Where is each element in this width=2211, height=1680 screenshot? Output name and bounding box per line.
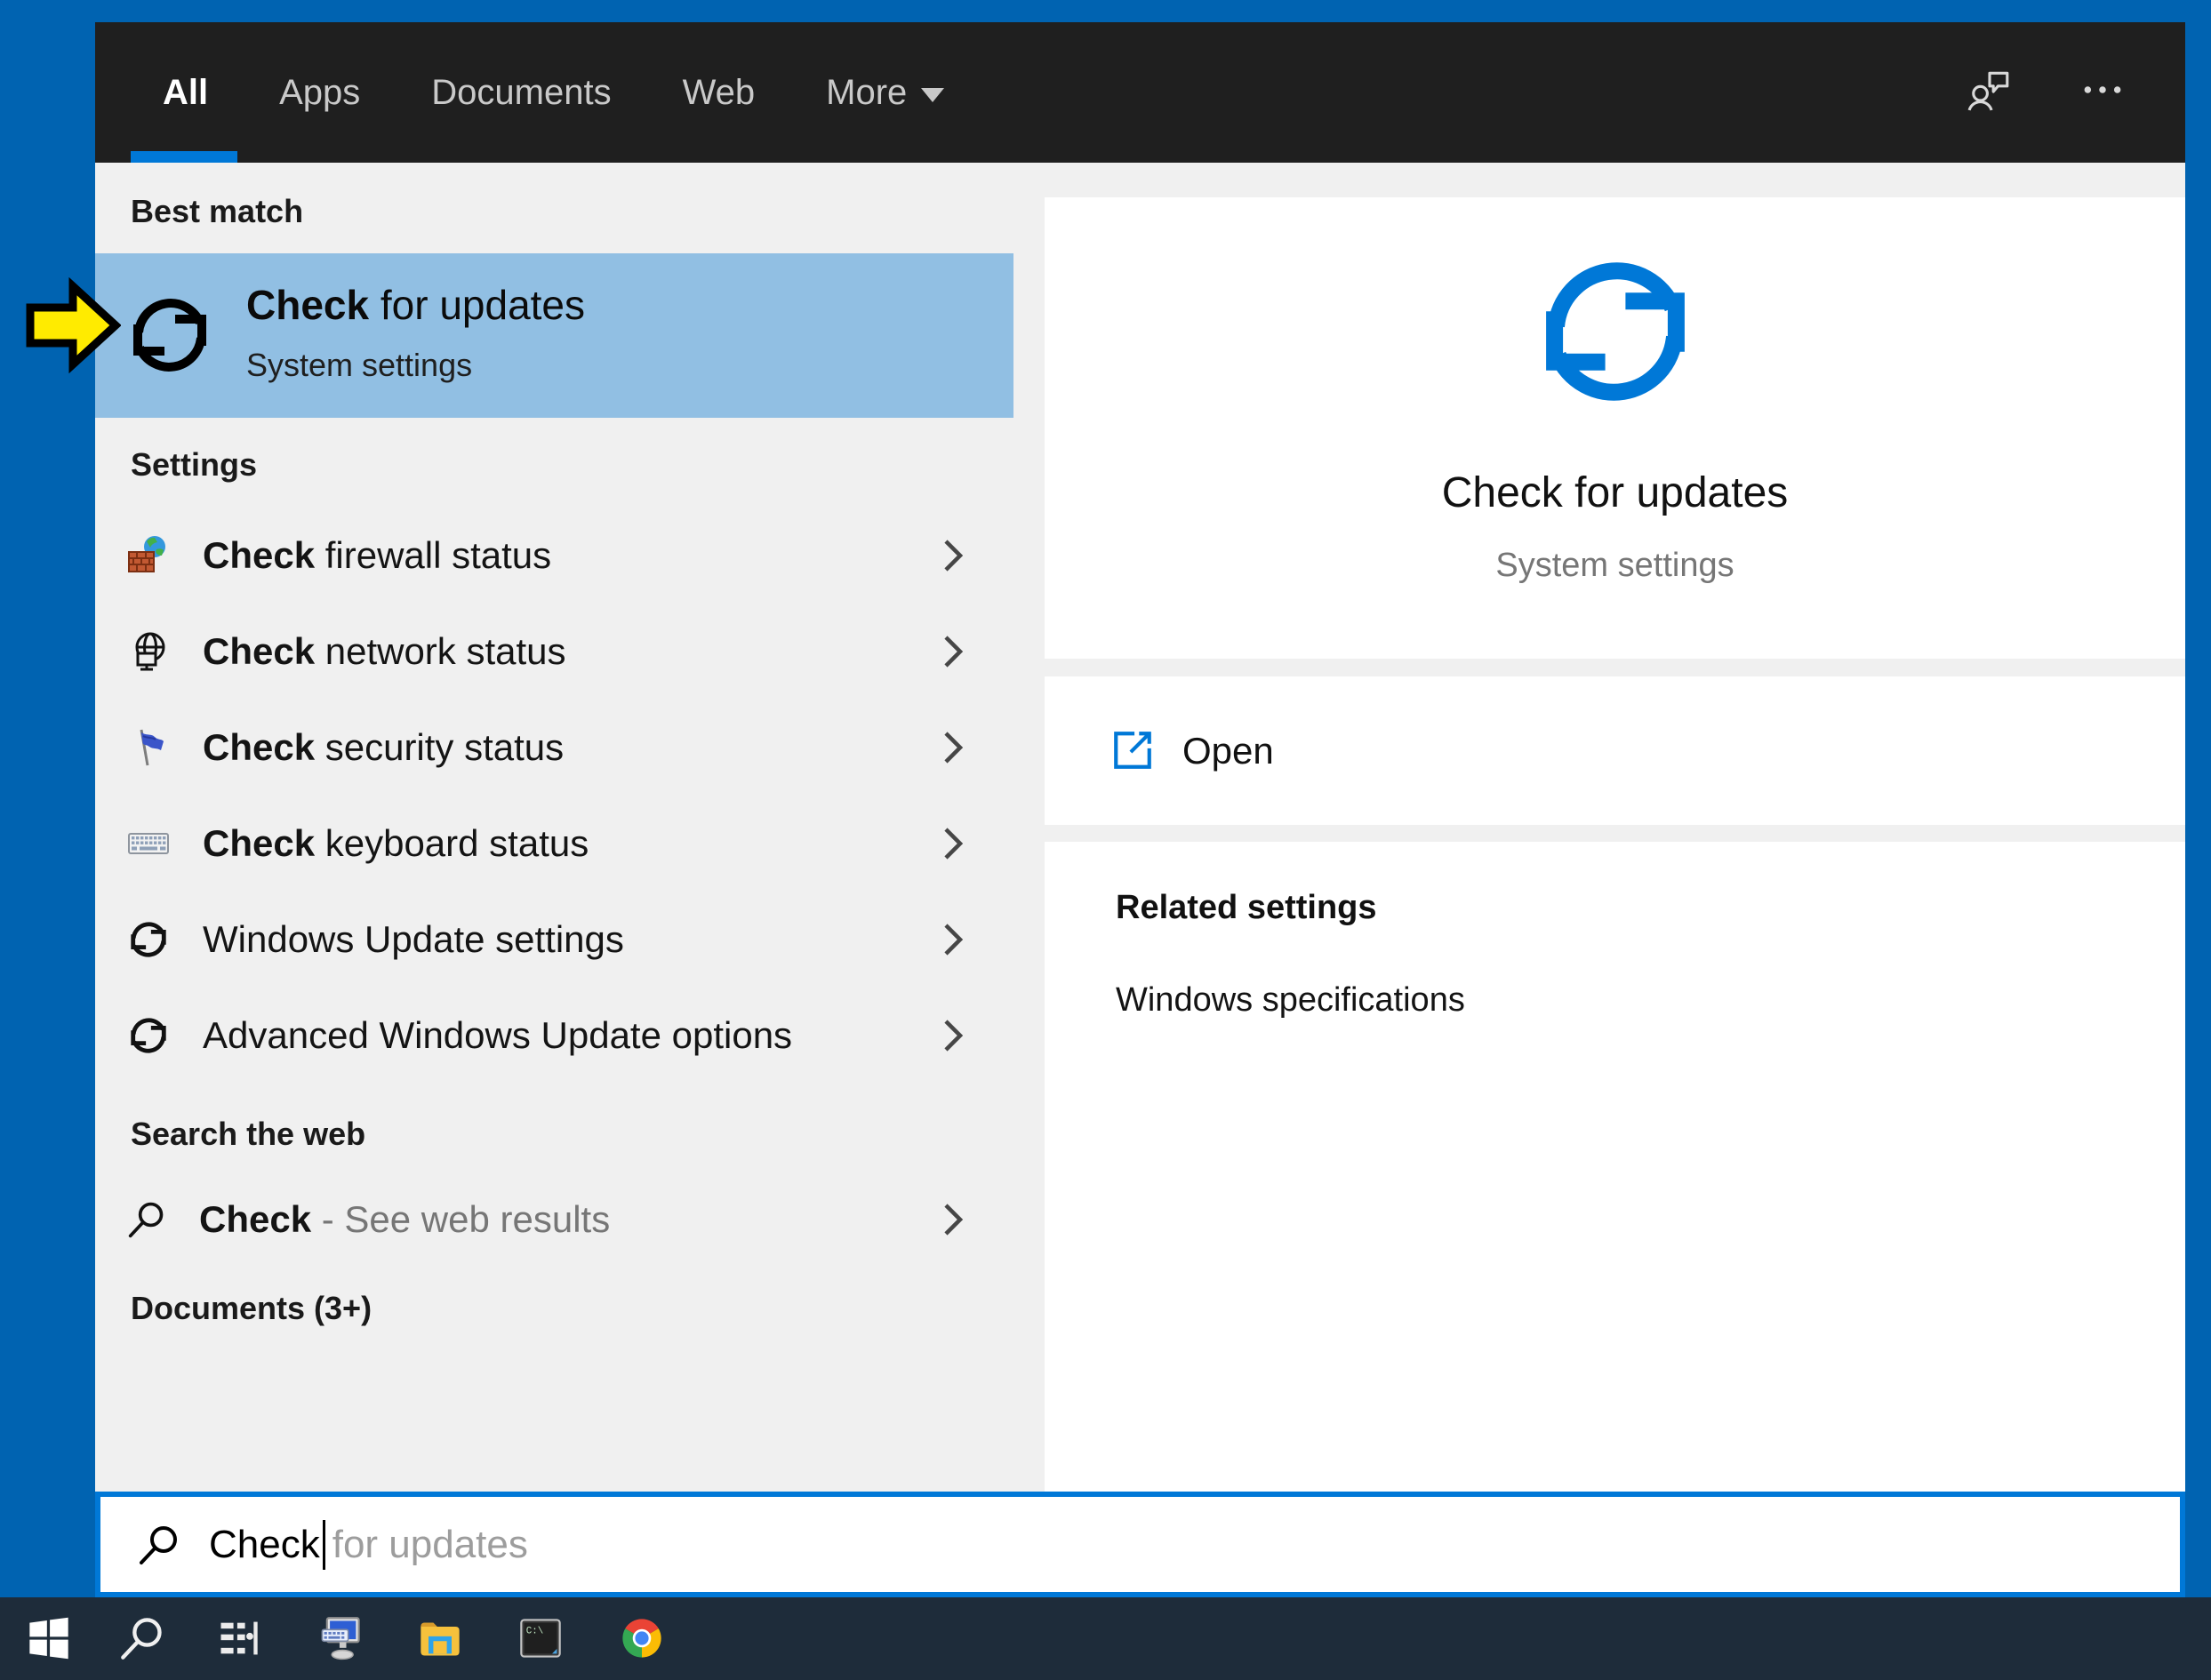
task-view-button[interactable] — [215, 1615, 261, 1661]
rest-text: Windows Update settings — [203, 918, 624, 960]
search-header: All Apps Documents Web More — [95, 22, 2185, 163]
tab-web[interactable]: Web — [683, 73, 756, 113]
query-text: Check — [246, 282, 370, 328]
settings-item-windows-update-settings[interactable]: Windows Update settings — [95, 892, 1013, 988]
search-web-heading: Search the web — [131, 1116, 366, 1152]
rest-text: Advanced Windows Update options — [203, 1014, 793, 1056]
settings-item-check-security-status[interactable]: Check security status — [95, 700, 1013, 796]
desktop: All Apps Documents Web More Best match C… — [0, 0, 2211, 1680]
windows-logo-icon — [29, 1617, 68, 1660]
rest-text: - See web results — [311, 1198, 611, 1240]
chevron-right-icon[interactable] — [942, 1018, 964, 1053]
highlight-arrow — [23, 276, 122, 374]
firewall-icon — [127, 534, 170, 577]
sync-icon — [1531, 247, 1700, 416]
command-prompt-icon[interactable]: C:\ — [517, 1615, 564, 1661]
rest-text: security status — [315, 726, 565, 768]
search-suggestion-text: for updates — [332, 1522, 528, 1566]
open-action-card[interactable]: Open — [1045, 676, 2185, 825]
open-action-label[interactable]: Open — [1182, 730, 1274, 772]
query-text: Check — [199, 1198, 312, 1240]
tab-more[interactable]: More — [826, 72, 945, 113]
tab-apps[interactable]: Apps — [279, 73, 360, 113]
web-search-label: Check - See web results — [199, 1198, 610, 1241]
chevron-right-icon[interactable] — [942, 730, 964, 765]
taskbar-search-button[interactable] — [119, 1615, 165, 1661]
open-external-icon — [1110, 728, 1155, 772]
settings-item-check-network-status[interactable]: Check network status — [95, 604, 1013, 700]
rest-text: firewall status — [315, 534, 552, 576]
settings-item-label: Check network status — [203, 630, 566, 673]
rest-text: for updates — [369, 282, 586, 328]
best-match-heading: Best match — [131, 193, 304, 229]
rest-text: network status — [315, 630, 566, 672]
security-flag-icon — [127, 726, 170, 769]
chrome-icon[interactable] — [619, 1615, 665, 1661]
related-settings-heading: Related settings — [1116, 889, 1377, 926]
search-tabs: All Apps Documents Web More — [95, 72, 945, 113]
settings-item-label: Check security status — [203, 726, 564, 769]
settings-item-label: Check keyboard status — [203, 822, 589, 865]
settings-section-heading: Settings — [131, 446, 258, 483]
query-text: Check — [203, 534, 316, 576]
query-text: Check — [203, 630, 316, 672]
query-text: Check — [203, 822, 316, 864]
settings-item-label: Windows Update settings — [203, 918, 624, 961]
related-settings-card: Related settings Windows specifications — [1045, 842, 2185, 1492]
tab-more-label: More — [826, 72, 908, 112]
chevron-down-icon — [921, 88, 945, 102]
preview-subtitle: System settings — [1495, 547, 1734, 584]
search-input[interactable]: Check for updates — [95, 1492, 2185, 1597]
chevron-right-icon[interactable] — [942, 826, 964, 861]
search-icon — [127, 1200, 166, 1239]
taskbar: C:\ — [0, 1597, 2211, 1680]
sync-icon — [127, 918, 170, 961]
tab-all[interactable]: All — [163, 73, 208, 113]
chevron-right-icon[interactable] — [942, 922, 964, 957]
web-search-item[interactable]: Check - See web results — [95, 1172, 1013, 1268]
feedback-icon[interactable] — [1967, 68, 2012, 112]
query-text: Check — [203, 726, 316, 768]
file-explorer-icon[interactable] — [417, 1615, 463, 1661]
remote-desktop-app-icon[interactable] — [317, 1615, 364, 1661]
best-match-title: Check for updates — [246, 282, 585, 328]
preview-title: Check for updates — [1441, 469, 1789, 516]
svg-text:C:\: C:\ — [526, 1627, 544, 1637]
chevron-right-icon[interactable] — [942, 634, 964, 669]
search-flyout-window: All Apps Documents Web More Best match C… — [95, 22, 2185, 1492]
keyboard-icon — [127, 822, 170, 865]
active-tab-underline — [131, 151, 237, 163]
sync-icon — [127, 1014, 170, 1057]
ellipsis-icon[interactable] — [2080, 68, 2125, 112]
network-globe-icon — [127, 630, 170, 673]
search-icon — [138, 1524, 180, 1566]
documents-heading: Documents (3+) — [131, 1290, 373, 1326]
preview-card: Check for updates System settings — [1045, 197, 2185, 659]
related-setting-windows-specifications[interactable]: Windows specifications — [1116, 980, 1465, 1020]
best-match-item[interactable]: Check for updates System settings — [95, 253, 1013, 418]
sync-icon — [125, 291, 214, 380]
chevron-right-icon[interactable] — [942, 538, 964, 573]
chevron-right-icon[interactable] — [942, 1202, 964, 1237]
search-typed-text: Check — [209, 1522, 320, 1566]
settings-item-label: Check firewall status — [203, 534, 551, 577]
settings-item-label: Advanced Windows Update options — [203, 1014, 792, 1057]
settings-item-check-keyboard-status[interactable]: Check keyboard status — [95, 796, 1013, 892]
tab-documents[interactable]: Documents — [431, 73, 611, 113]
rest-text: keyboard status — [315, 822, 589, 864]
settings-item-advanced-windows-update-options[interactable]: Advanced Windows Update options — [95, 988, 1013, 1084]
start-button[interactable] — [26, 1615, 72, 1661]
text-cursor — [322, 1519, 325, 1570]
settings-item-check-firewall-status[interactable]: Check firewall status — [95, 508, 1013, 604]
best-match-subtitle: System settings — [246, 347, 473, 383]
